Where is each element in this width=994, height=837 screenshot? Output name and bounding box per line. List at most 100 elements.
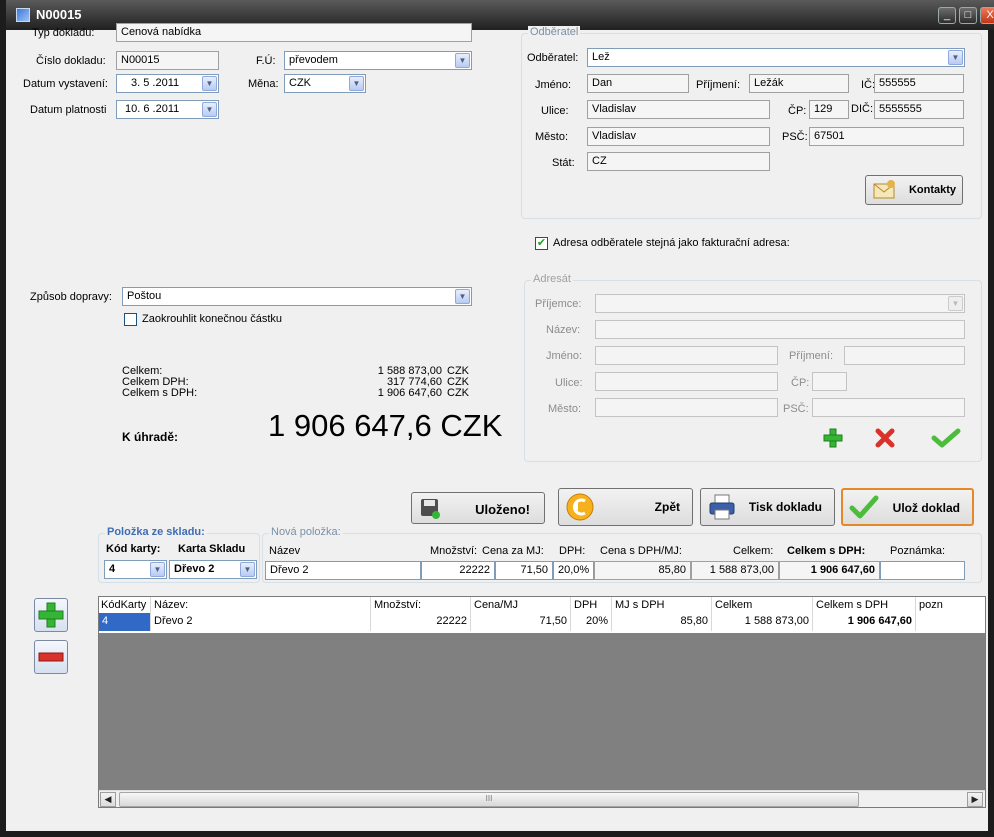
- k-uhrade-label: K úhradě:: [122, 430, 179, 444]
- np-nazev-field[interactable]: Dřevo 2: [265, 561, 421, 580]
- kod-karty-select[interactable]: 4 ▼: [104, 560, 167, 579]
- datum-vystaveni-value: 3. 5 .2011: [131, 77, 180, 89]
- doprava-select[interactable]: Poštou ▼: [122, 287, 472, 306]
- zaokrouhlit-label: Zaokrouhlit konečnou částku: [142, 313, 283, 325]
- karta-skladu-select[interactable]: Dřevo 2 ▼: [169, 560, 257, 579]
- np-dph-field[interactable]: 20,0%: [553, 561, 594, 580]
- np-poznamka-field[interactable]: [880, 561, 965, 580]
- cislo-dokladu-field[interactable]: N00015: [116, 51, 219, 70]
- chevron-down-icon[interactable]: ▼: [455, 53, 470, 68]
- nazev-label: Název:: [546, 324, 581, 336]
- ic-field[interactable]: 555555: [874, 74, 964, 93]
- adresat-ulice-field[interactable]: [595, 372, 778, 391]
- chevron-down-icon[interactable]: ▼: [948, 50, 963, 65]
- adresat-psc-label: PSČ:: [783, 403, 809, 415]
- minimize-button[interactable]: _: [938, 7, 956, 24]
- adresa-same-label: Adresa odběratele stejná jako fakturační…: [553, 237, 790, 249]
- confirm-check-icon[interactable]: [931, 428, 961, 448]
- adresat-prijmeni-field[interactable]: [844, 346, 965, 365]
- np-cena-field[interactable]: 71,50: [495, 561, 553, 580]
- save-disk-icon: [421, 499, 440, 519]
- horizontal-scrollbar[interactable]: ◀ III ▶: [99, 790, 985, 807]
- np-celkem-label: Celkem:: [733, 545, 774, 557]
- odberatel-select[interactable]: Lež ▼: [587, 48, 965, 67]
- datum-vystaveni-picker[interactable]: 3. 5 .2011 ▼: [116, 74, 219, 93]
- chevron-down-icon[interactable]: ▼: [455, 289, 470, 304]
- printer-icon: [709, 494, 735, 520]
- prijmeni-field[interactable]: Ležák: [749, 74, 849, 93]
- chevron-down-icon[interactable]: ▼: [240, 562, 255, 577]
- main-window: N00015 _ □ X Typ dokladu: Cenová nabídka…: [0, 0, 994, 837]
- cell-nazev[interactable]: Dřevo 2: [151, 613, 371, 631]
- mesto-field[interactable]: Vladislav: [587, 127, 770, 146]
- cell-dph[interactable]: 20%: [571, 613, 612, 631]
- dic-field[interactable]: 5555555: [874, 100, 964, 119]
- cell-celkem-dph[interactable]: 1 906 647,60: [813, 613, 916, 631]
- jmeno-field[interactable]: Dan: [587, 74, 689, 93]
- typ-dokladu-field[interactable]: Cenová nabídka: [116, 23, 472, 42]
- stat-field[interactable]: CZ: [587, 152, 770, 171]
- cell-cena[interactable]: 71,50: [471, 613, 571, 631]
- prijemce-label: Příjemce:: [535, 298, 582, 310]
- adresat-jmeno-field[interactable]: [595, 346, 778, 365]
- close-button[interactable]: X: [980, 7, 994, 24]
- cell-mj-dph[interactable]: 85,80: [612, 613, 712, 631]
- chevron-down-icon[interactable]: ▼: [349, 76, 364, 91]
- mena-select[interactable]: CZK ▼: [284, 74, 366, 93]
- nazev-field[interactable]: [595, 320, 965, 339]
- chevron-down-icon: ▼: [948, 296, 963, 311]
- kontakty-button[interactable]: Kontakty: [865, 175, 963, 205]
- celkem-s-dph-value: 1 906 647,60: [377, 387, 442, 399]
- prijemce-select[interactable]: ▼: [595, 294, 965, 313]
- datum-vystaveni-label: Datum vystavení:: [23, 78, 108, 90]
- datum-platnosti-picker[interactable]: 10. 6 .2011 ▼: [116, 100, 219, 119]
- back-arrow-icon: [566, 493, 594, 521]
- grid-header: KódKarty Název: Množství: Cena/MJ DPH MJ…: [99, 597, 985, 615]
- adresa-same-checkbox[interactable]: ✔: [535, 237, 548, 250]
- fu-value: převodem: [289, 54, 338, 66]
- adresat-mesto-field[interactable]: [595, 398, 778, 417]
- np-nazev-label: Název: [269, 545, 301, 557]
- cell-kodkarty[interactable]: 4: [99, 613, 151, 631]
- table-row[interactable]: 4 Dřevo 2 22222 71,50 20% 85,80 1 588 87…: [99, 613, 985, 633]
- adresat-prijmeni-label: Příjmení:: [789, 350, 834, 362]
- uloz-button[interactable]: Ulož doklad: [841, 488, 974, 526]
- remove-row-button[interactable]: [34, 640, 68, 674]
- adresat-psc-field[interactable]: [812, 398, 965, 417]
- cell-pozn[interactable]: [916, 613, 985, 631]
- calendar-dropdown-icon[interactable]: ▼: [202, 76, 217, 91]
- adresat-cp-field[interactable]: [812, 372, 847, 391]
- maximize-button[interactable]: □: [959, 7, 977, 24]
- items-grid[interactable]: KódKarty Název: Množství: Cena/MJ DPH MJ…: [98, 596, 986, 808]
- polozka-sklad-title: Položka ze skladu:: [105, 526, 207, 538]
- add-row-button[interactable]: [34, 598, 68, 632]
- k-uhrade-value: 1 906 647,6 CZK: [268, 408, 503, 443]
- kod-karty-value: 4: [109, 563, 116, 575]
- zaokrouhlit-checkbox[interactable]: [124, 313, 137, 326]
- ulozeno-button[interactable]: Uloženo!: [411, 492, 545, 524]
- fu-select[interactable]: převodem ▼: [284, 51, 472, 70]
- np-mnozstvi-field[interactable]: 22222: [421, 561, 495, 580]
- np-dph-label: DPH:: [559, 545, 586, 557]
- nova-polozka-title: Nová položka:: [269, 526, 343, 538]
- cancel-x-icon[interactable]: [874, 427, 896, 449]
- cell-mnozstvi[interactable]: 22222: [371, 613, 471, 631]
- uloz-label: Ulož doklad: [892, 501, 960, 515]
- add-icon[interactable]: [822, 427, 844, 449]
- zpet-button[interactable]: Zpět: [558, 488, 693, 526]
- chevron-down-icon[interactable]: ▼: [150, 562, 165, 577]
- odberatel-label: Odběratel:: [527, 52, 579, 64]
- ulice-field[interactable]: Vladislav: [587, 100, 770, 119]
- calendar-dropdown-icon[interactable]: ▼: [202, 102, 217, 117]
- kod-karty-label: Kód karty:: [106, 543, 161, 555]
- tisk-button[interactable]: Tisk dokladu: [700, 488, 835, 526]
- cislo-dokladu-label: Číslo dokladu:: [36, 55, 106, 67]
- cp-field[interactable]: 129: [809, 100, 849, 119]
- psc-field[interactable]: 67501: [809, 127, 964, 146]
- psc-label: PSČ:: [782, 131, 808, 143]
- scroll-left-icon[interactable]: ◀: [100, 792, 116, 807]
- scroll-thumb[interactable]: III: [119, 792, 859, 807]
- cell-celkem[interactable]: 1 588 873,00: [712, 613, 813, 631]
- scroll-right-icon[interactable]: ▶: [967, 792, 983, 807]
- adresat-cp-label: ČP:: [791, 377, 810, 389]
